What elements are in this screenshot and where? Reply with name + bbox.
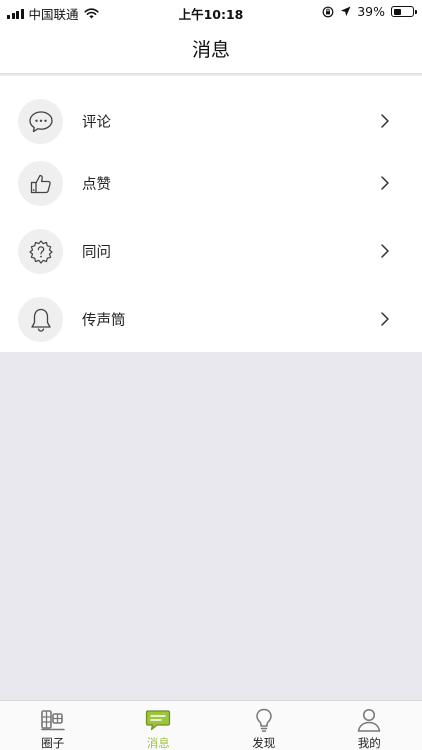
list-item-label: 评论 xyxy=(82,115,111,131)
list-item-likes[interactable]: 点赞 xyxy=(0,150,422,216)
tab-messages[interactable]: 消息 xyxy=(106,701,212,750)
location-arrow-icon xyxy=(341,6,351,17)
icon-circle xyxy=(18,297,63,342)
icon-circle xyxy=(18,161,63,206)
list-item-label: 同问 xyxy=(82,245,111,261)
circle-logo-icon xyxy=(39,706,67,734)
chevron-right-icon xyxy=(381,114,389,128)
list-item-label: 传声筒 xyxy=(82,313,126,329)
message-category-list: 评论 点赞 同问 传声筒 xyxy=(0,75,422,352)
list-item-comments[interactable]: 评论 xyxy=(0,88,422,154)
speech-bubble-icon xyxy=(28,110,53,132)
orientation-lock-icon xyxy=(322,6,334,17)
tab-profile[interactable]: 我的 xyxy=(317,701,422,750)
status-bar: 中国联通 上午10:18 39% xyxy=(0,0,422,22)
tab-bar: 圈子 消息 发现 我的 xyxy=(0,700,422,750)
message-icon xyxy=(144,706,172,734)
tab-label: 我的 xyxy=(357,736,381,750)
list-item-same-question[interactable]: 同问 xyxy=(0,218,422,284)
page-title: 消息 xyxy=(191,39,230,61)
profile-icon xyxy=(355,706,383,734)
tab-label: 发现 xyxy=(252,736,276,750)
question-badge-icon xyxy=(28,239,53,264)
battery-icon xyxy=(391,6,417,17)
status-right: 39% xyxy=(322,4,417,19)
tab-label: 圈子 xyxy=(41,736,65,750)
icon-circle xyxy=(18,229,63,274)
chevron-right-icon xyxy=(381,244,389,258)
thumbs-up-icon xyxy=(30,174,51,193)
tab-discover[interactable]: 发现 xyxy=(211,701,317,750)
chevron-right-icon xyxy=(381,176,389,190)
list-item-label: 点赞 xyxy=(82,177,111,193)
icon-circle xyxy=(18,99,63,144)
lightbulb-icon xyxy=(250,706,278,734)
tab-label: 消息 xyxy=(146,736,170,750)
bell-icon xyxy=(30,308,51,332)
battery-percent: 39% xyxy=(357,4,385,19)
list-item-broadcast[interactable]: 传声筒 xyxy=(0,286,422,352)
chevron-right-icon xyxy=(381,312,389,326)
nav-bar: 消息 xyxy=(0,22,422,74)
tab-circle[interactable]: 圈子 xyxy=(0,701,106,750)
